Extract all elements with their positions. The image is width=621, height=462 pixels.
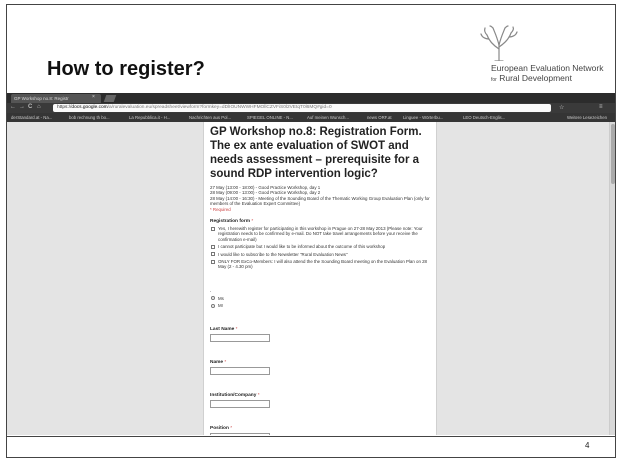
required-note: * Required: [210, 206, 231, 212]
forward-icon[interactable]: →: [19, 104, 25, 110]
field-label-text: Last Name: [210, 326, 235, 332]
option-label: Yes, I herewith register for participati…: [218, 226, 423, 242]
bookmark-item[interactable]: LEO Deutsch-Englis...: [463, 115, 505, 120]
url-scheme: https://: [57, 105, 72, 110]
required-star: *: [257, 392, 260, 398]
field-label-text: Position: [210, 425, 229, 431]
logo-text-for: for: [491, 77, 497, 83]
form-description: 27 May (13:00 - 18:00) - Good Practice W…: [210, 185, 430, 207]
required-star: *: [235, 326, 238, 332]
url-host: docs.google.com: [71, 105, 108, 110]
question-text: Registration form: [210, 219, 250, 225]
new-tab-button[interactable]: [103, 95, 117, 102]
bookmark-item[interactable]: La Repubblica.it - H...: [129, 115, 170, 120]
registration-option[interactable]: I would like to subscribe to the Newslet…: [210, 252, 430, 257]
bookmark-item[interactable]: Weitere Lesezeichen: [567, 115, 607, 120]
checkbox[interactable]: [211, 244, 215, 249]
bookmark-item[interactable]: news ORF.at: [367, 115, 392, 120]
description-line: 28 May (14:00 - 16:30) - Meeting of the …: [210, 195, 430, 207]
home-icon[interactable]: ⌂: [37, 104, 41, 110]
required-star: *: [224, 359, 227, 365]
logo-text-line1: European Evaluation Network: [491, 63, 604, 73]
back-icon[interactable]: ←: [10, 104, 16, 110]
radio-button[interactable]: [211, 296, 215, 301]
radio-button[interactable]: [211, 303, 215, 308]
required-star: *: [251, 219, 254, 225]
browser-screenshot: GP Workshop no.8: Registr × ← → C ⌂ http…: [7, 93, 615, 435]
browser-tab[interactable]: GP Workshop no.8: Registr: [11, 94, 101, 103]
address-bar[interactable]: https://docs.google.com/a/ruralevaluatio…: [53, 104, 551, 112]
registration-option[interactable]: ONLY FOR ExCo-Members: I will also atten…: [210, 259, 430, 270]
option-label: ONLY FOR ExCo-Members: I will also atten…: [218, 259, 427, 270]
institution-label: Institution/Company *: [210, 393, 430, 398]
bookmark-item[interactable]: derStandard.at - Na...: [11, 115, 52, 120]
registration-option[interactable]: I cannot participate but I would like to…: [210, 244, 430, 249]
tab-title: GP Workshop no.8: Registr: [14, 96, 69, 101]
menu-icon[interactable]: ≡: [599, 104, 603, 110]
url-path: /a/ruralevaluation.eu/spreadsheet/viewfo…: [107, 105, 332, 110]
field-label-text: Name: [210, 359, 224, 365]
browser-titlebar: GP Workshop no.8: Registr ×: [7, 93, 615, 103]
registration-option[interactable]: Yes, I herewith register for participati…: [210, 226, 430, 242]
enrd-logo: European Evaluation Network for Rural De…: [447, 25, 607, 85]
radio-option-mr[interactable]: Mr: [210, 303, 430, 308]
bookmarks-bar: derStandard.at - Na... bob rechnung th b…: [7, 113, 615, 122]
tree-logo-icon: [480, 25, 518, 61]
required-star: *: [230, 425, 233, 431]
radio-label: Mr: [218, 303, 224, 309]
registration-question-label: Registration form *: [210, 219, 430, 224]
checkbox[interactable]: [211, 226, 215, 231]
radio-label: Ms: [218, 295, 224, 301]
option-label: I cannot participate but I would like to…: [218, 244, 386, 250]
last-name-label: Last Name *: [210, 327, 430, 332]
institution-input[interactable]: [210, 399, 270, 408]
browser-toolbar: ← → C ⌂ https://docs.google.com/a/rurale…: [7, 103, 615, 113]
slide-title: How to register?: [47, 58, 205, 80]
field-label-text: Institution/Company: [210, 392, 257, 398]
logo-text-main: Rural Development: [499, 73, 572, 83]
position-input[interactable]: [210, 432, 270, 435]
name-input[interactable]: [210, 366, 270, 375]
page-viewport: GP Workshop no.8: Registration Form. The…: [7, 122, 615, 435]
last-name-input[interactable]: [210, 333, 270, 342]
bookmark-item[interactable]: Auf meinen Wunsch...: [307, 115, 349, 120]
registration-form: GP Workshop no.8: Registration Form. The…: [203, 122, 437, 435]
tab-close-icon[interactable]: ×: [92, 94, 95, 100]
name-label: Name *: [210, 360, 430, 365]
bookmark-star-icon[interactable]: ☆: [559, 104, 564, 111]
bookmark-item[interactable]: bob rechnung th bo...: [69, 115, 110, 120]
slide: How to register? European Evaluation Net…: [6, 4, 616, 458]
checkbox[interactable]: [211, 259, 215, 264]
salutation-question-label: .: [210, 287, 212, 294]
bookmark-item[interactable]: Linguee - Wörterbu...: [403, 115, 443, 120]
page-scrollbar[interactable]: [609, 122, 615, 435]
option-label: I would like to subscribe to the Newslet…: [218, 251, 348, 257]
checkbox[interactable]: [211, 252, 215, 257]
bookmark-item[interactable]: Nachrichten aus Pol...: [189, 115, 231, 120]
bookmark-item[interactable]: SPIEGEL ONLINE - N...: [247, 115, 293, 120]
form-title: GP Workshop no.8: Registration Form. The…: [210, 126, 422, 180]
scrollbar-thumb[interactable]: [611, 124, 615, 184]
page-number: 4: [585, 441, 590, 450]
reload-icon[interactable]: C: [28, 104, 32, 110]
logo-text-line2: for Rural Development: [491, 73, 572, 83]
footer-divider: [7, 436, 615, 437]
radio-option-ms[interactable]: Ms: [210, 296, 430, 301]
position-label: Position *: [210, 426, 430, 431]
